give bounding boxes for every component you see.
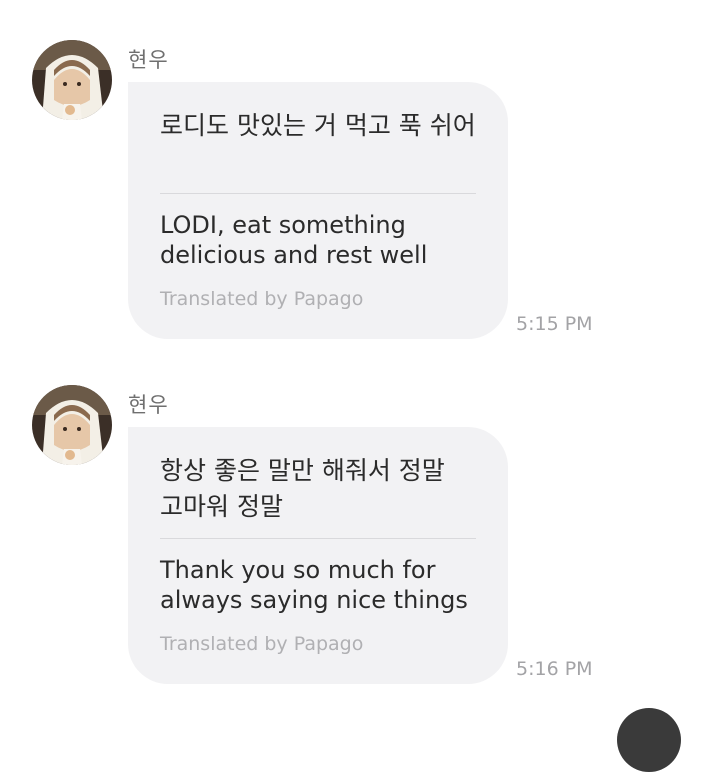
translation-divider bbox=[160, 538, 476, 539]
sender-avatar[interactable] bbox=[32, 385, 112, 465]
sender-name: 현우 bbox=[128, 48, 169, 72]
message-bubble[interactable]: 항상 좋은 말만 해줘서 정말 고마워 정말 Thank you so much… bbox=[128, 427, 508, 684]
message-time: 5:16 PM bbox=[516, 658, 593, 680]
message-bubble[interactable]: 로디도 맛있는 거 먹고 푹 쉬어 LODI, eat something de… bbox=[128, 82, 508, 339]
original-text: 로디도 맛있는 거 먹고 푹 쉬어 bbox=[160, 111, 476, 140]
translation-credit: Translated by Papago bbox=[160, 633, 364, 655]
translated-text: Thank you so much for always saying nice… bbox=[160, 556, 468, 614]
original-text: 항상 좋은 말만 해줘서 정말 고마워 정말 bbox=[160, 456, 445, 521]
avatar-photo-icon bbox=[32, 40, 112, 120]
message-time: 5:15 PM bbox=[516, 313, 593, 335]
avatar-photo-icon bbox=[32, 385, 112, 465]
translation-credit: Translated by Papago bbox=[160, 288, 364, 310]
translated-text: LODI, eat something delicious and rest w… bbox=[160, 211, 428, 269]
scroll-down-button[interactable] bbox=[617, 708, 681, 772]
translation-divider bbox=[160, 193, 476, 194]
sender-name: 현우 bbox=[128, 393, 169, 417]
sender-avatar[interactable] bbox=[32, 40, 112, 120]
